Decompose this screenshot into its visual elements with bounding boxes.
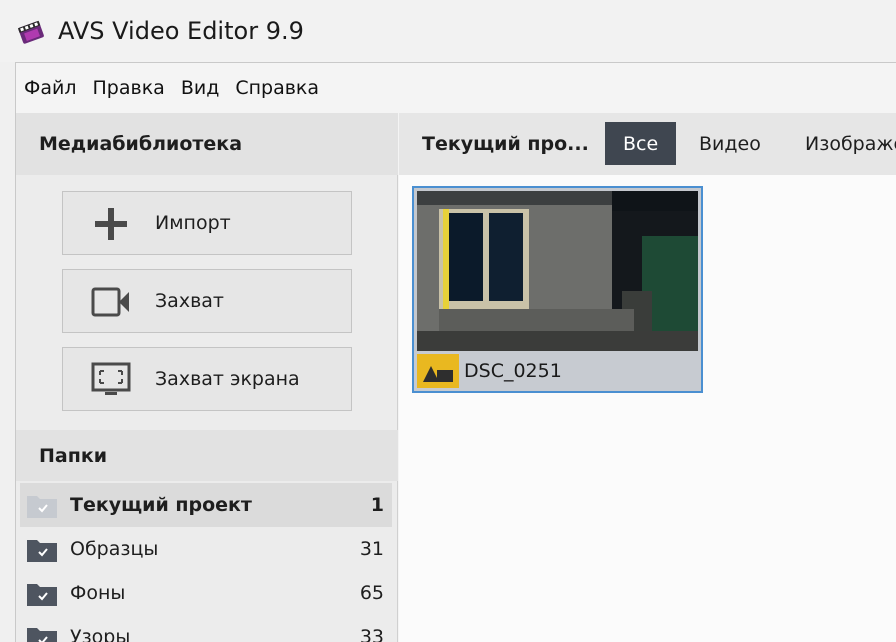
media-thumbnail — [417, 191, 698, 351]
screen-capture-icon — [91, 362, 131, 395]
folder-count: 31 — [359, 538, 384, 560]
folder-samples[interactable]: Образцы 31 — [20, 527, 392, 571]
main-window: Файл Правка Вид Справка Медиабиблиотека … — [15, 62, 896, 642]
window-title: AVS Video Editor 9.9 — [58, 17, 304, 45]
folder-icon — [27, 584, 57, 606]
tab-all[interactable]: Все — [605, 122, 677, 165]
plus-icon — [95, 208, 127, 240]
folders-header: Папки — [16, 430, 398, 481]
screen-capture-label: Захват экрана — [155, 368, 300, 390]
title-bar: AVS Video Editor 9.9 — [0, 0, 896, 62]
media-item-name: DSC_0251 — [464, 360, 562, 382]
folder-count: 65 — [359, 582, 384, 604]
menu-bar: Файл Правка Вид Справка — [16, 63, 896, 113]
folder-icon — [27, 496, 57, 518]
folder-label: Фоны — [70, 582, 126, 604]
folder-count: 1 — [370, 494, 384, 516]
folder-patterns[interactable]: Узоры 33 — [20, 615, 392, 642]
camera-icon — [91, 287, 129, 317]
media-item-footer: DSC_0251 — [414, 351, 701, 391]
menu-view[interactable]: Вид — [181, 77, 220, 99]
media-library-panel: Медиабиблиотека Импорт Захват Захват экр… — [16, 113, 398, 642]
capture-button[interactable]: Захват — [62, 269, 352, 333]
menu-edit[interactable]: Правка — [93, 77, 165, 99]
tab-video[interactable]: Видео — [681, 122, 779, 165]
folder-icon — [27, 628, 57, 642]
screen-capture-button[interactable]: Захват экрана — [62, 347, 352, 411]
folder-label: Образцы — [70, 538, 159, 560]
media-content-panel: Текущий про... Все Видео Изображения — [399, 113, 896, 642]
media-item[interactable]: DSC_0251 — [412, 186, 703, 393]
menu-help[interactable]: Справка — [235, 77, 319, 99]
project-title: Текущий про... — [422, 133, 589, 155]
import-label: Импорт — [155, 212, 231, 234]
capture-label: Захват — [155, 290, 224, 312]
import-button[interactable]: Импорт — [62, 191, 352, 255]
menu-file[interactable]: Файл — [24, 77, 77, 99]
filter-tabs-bar: Текущий про... Все Видео Изображения — [399, 113, 896, 175]
folder-icon — [27, 540, 57, 562]
media-library-header: Медиабиблиотека — [16, 113, 398, 175]
folder-backgrounds[interactable]: Фоны 65 — [20, 571, 392, 615]
tab-images[interactable]: Изображения — [787, 122, 896, 165]
folder-current-project[interactable]: Текущий проект 1 — [20, 483, 392, 527]
folder-count: 33 — [359, 626, 384, 642]
video-file-icon — [417, 354, 459, 388]
app-logo-icon — [17, 20, 44, 44]
thumbnail-image — [417, 191, 698, 351]
folder-label: Текущий проект — [70, 494, 252, 516]
folder-label: Узоры — [70, 626, 131, 642]
